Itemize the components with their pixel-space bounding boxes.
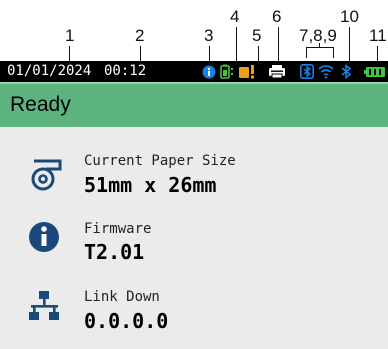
callout-2: 2 — [135, 26, 145, 45]
callout-6-line — [278, 27, 279, 61]
bluetooth-mode-icon — [300, 64, 314, 79]
callout-7-8-9: 7,8,9 — [299, 26, 337, 45]
paper-size-value: 51mm x 26mm — [84, 173, 217, 197]
status-bar: 01/01/2024 00:12 — [0, 61, 388, 82]
network-icon — [26, 289, 66, 329]
warning-icon — [238, 64, 256, 79]
paper-size-label: Current Paper Size — [84, 153, 236, 169]
callout-3-line — [209, 46, 210, 61]
paper-roll-icon — [26, 155, 66, 195]
info-circle-icon — [26, 219, 66, 259]
callout-5: 5 — [252, 26, 262, 45]
printer-icon — [268, 64, 286, 79]
info-panel: Current Paper Size 51mm x 26mm Firmware … — [0, 127, 388, 349]
callout-10: 10 — [340, 7, 359, 26]
status-time: 00:12 — [104, 63, 147, 79]
wifi-icon — [318, 64, 334, 79]
firmware-label: Firmware — [84, 221, 152, 237]
battery-icon — [364, 64, 386, 79]
callout-6: 6 — [272, 7, 282, 26]
bluetooth-icon — [340, 64, 352, 79]
link-status-label: Link Down — [84, 289, 160, 305]
callout-7-8-9-line — [319, 43, 320, 48]
callout-3: 3 — [204, 26, 214, 45]
callout-11-line — [377, 46, 378, 61]
callout-1-line — [69, 46, 70, 61]
callout-2-line — [140, 46, 141, 61]
ip-address-value: 0.0.0.0 — [84, 309, 169, 333]
callout-5-line — [258, 46, 259, 61]
status-banner: Ready — [0, 82, 388, 127]
status-label: Ready — [10, 93, 71, 116]
callout-4-line — [236, 27, 237, 61]
callout-4: 4 — [230, 7, 240, 26]
info-icon — [202, 64, 216, 79]
firmware-value: T2.01 — [84, 240, 145, 264]
callout-10-line — [349, 27, 350, 61]
battery-status-icon — [220, 64, 236, 79]
callout-11: 11 — [369, 26, 387, 45]
status-date: 01/01/2024 — [7, 63, 92, 79]
callout-1: 1 — [65, 26, 75, 45]
callout-7-8-9-bracket — [306, 47, 334, 58]
